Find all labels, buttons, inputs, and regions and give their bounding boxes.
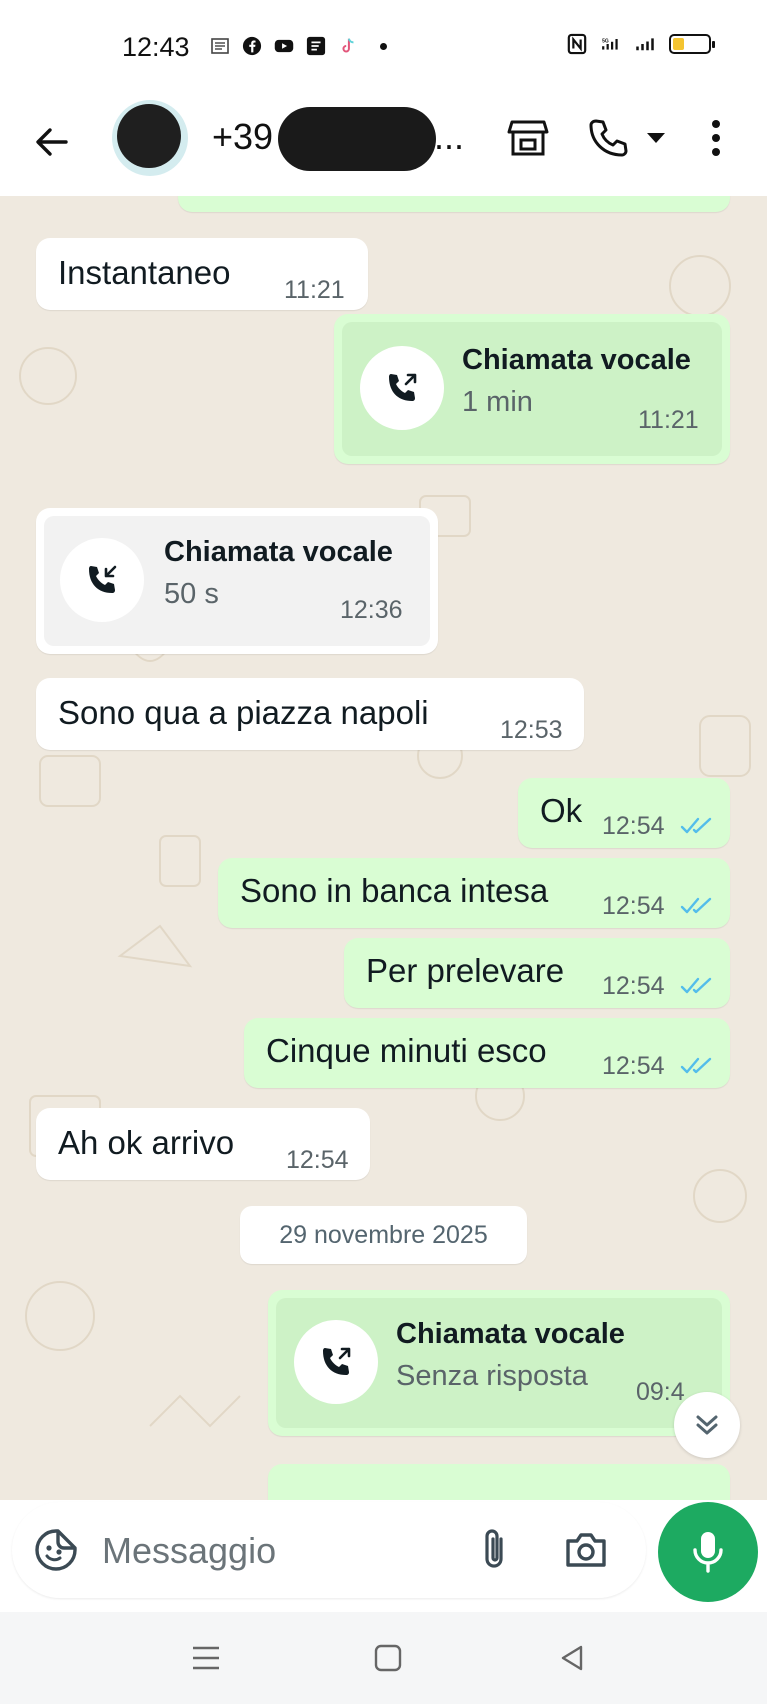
notification-dot xyxy=(380,42,387,50)
chat-area[interactable]: Instantaneo 11:21 Chiamata vocale 1 min … xyxy=(0,196,767,1500)
voice-message-button[interactable] xyxy=(658,1502,758,1602)
message-text: Ah ok arrivo xyxy=(58,1124,235,1161)
message-time: 12:54 xyxy=(602,1052,665,1080)
read-receipt-icon xyxy=(680,897,712,914)
message-input[interactable]: Messaggio xyxy=(102,1530,276,1572)
double-chevron-down-icon xyxy=(696,1415,718,1435)
message-text: Sono qua a piazza napoli xyxy=(58,694,429,731)
read-receipt-icon xyxy=(680,977,712,994)
message-composer[interactable]: Messaggio xyxy=(12,1502,646,1598)
camera-button[interactable] xyxy=(562,1526,610,1574)
contact-name-ellipsis: ... xyxy=(434,116,465,157)
message-time: 12:36 xyxy=(340,596,403,624)
message-bubble-outgoing[interactable]: Sono in banca intesa 12:54 xyxy=(218,858,730,928)
read-receipt-icon xyxy=(680,817,712,834)
message-time: 12:54 xyxy=(286,1146,349,1174)
contact-name[interactable]: +39 xyxy=(212,116,273,158)
call-duration: 1 min xyxy=(462,386,533,418)
call-title: Chiamata vocale xyxy=(164,536,393,568)
message-bubble-outgoing[interactable]: Per prelevare 12:54 xyxy=(344,938,730,1008)
chat-header: +39 ... xyxy=(0,92,767,196)
call-bubble-outgoing[interactable]: Chiamata vocale Senza risposta 09:4 xyxy=(268,1290,730,1436)
camera-icon xyxy=(566,1533,606,1567)
read-receipt-icon xyxy=(680,1057,712,1074)
contact-redaction xyxy=(278,107,436,171)
back-button[interactable] xyxy=(30,120,74,164)
attach-icon xyxy=(485,1529,503,1568)
incoming-call-icon-circle xyxy=(60,538,144,622)
signal-5g-icon: 5G xyxy=(601,34,621,54)
outgoing-call-icon xyxy=(389,373,417,401)
message-time: 11:21 xyxy=(284,276,345,304)
status-system-icons: 5G xyxy=(567,33,715,55)
shop-icon xyxy=(507,120,549,156)
message-time: 12:54 xyxy=(602,812,665,840)
message-time: 12:54 xyxy=(602,972,665,1000)
message-bubble-incoming[interactable]: Ah ok arrivo 12:54 xyxy=(36,1108,370,1180)
system-navigation-bar xyxy=(0,1612,767,1704)
date-separator-text: 29 novembre 2025 xyxy=(279,1221,488,1249)
message-text: Cinque minuti esco xyxy=(266,1032,547,1069)
mic-icon xyxy=(693,1532,723,1573)
message-bubble-outgoing[interactable]: Cinque minuti esco 12:54 xyxy=(244,1018,730,1088)
dropdown-icon xyxy=(647,133,665,143)
contact-avatar[interactable] xyxy=(112,100,188,176)
outgoing-call-icon-circle xyxy=(294,1320,378,1404)
call-duration: 50 s xyxy=(164,578,219,610)
recents-button[interactable] xyxy=(186,1640,226,1676)
message-bubble-incoming[interactable]: Sono qua a piazza napoli 12:53 xyxy=(36,678,584,750)
signal-icon xyxy=(635,34,655,54)
message-time: 09:4 xyxy=(636,1378,685,1406)
facebook-icon xyxy=(242,36,262,56)
shop-button[interactable] xyxy=(504,114,552,162)
status-time: 12:43 xyxy=(122,32,190,62)
news-icon xyxy=(210,36,230,56)
message-time: 12:54 xyxy=(602,892,665,920)
battery-icon xyxy=(669,34,715,54)
call-title: Chiamata vocale xyxy=(396,1318,625,1350)
tiktok-icon xyxy=(338,36,358,56)
message-text: Sono in banca intesa xyxy=(240,872,549,909)
call-options-dropdown[interactable] xyxy=(640,114,672,162)
youtube-icon xyxy=(274,36,294,56)
call-bubble-outgoing[interactable]: Chiamata vocale 1 min 11:21 xyxy=(334,314,730,464)
date-separator: 29 novembre 2025 xyxy=(240,1206,527,1264)
voice-call-button[interactable] xyxy=(584,114,632,162)
outgoing-call-icon-circle xyxy=(360,346,444,430)
sticker-icon xyxy=(35,1529,77,1571)
message-text: Instantaneo xyxy=(58,254,231,291)
nfc-icon xyxy=(567,33,587,55)
phone-icon xyxy=(589,119,628,157)
message-text: Per prelevare xyxy=(366,952,565,989)
attach-button[interactable] xyxy=(470,1526,518,1574)
call-title: Chiamata vocale xyxy=(462,344,691,376)
system-back-button[interactable] xyxy=(552,1640,592,1676)
home-icon xyxy=(374,1644,402,1672)
message-bubble-outgoing[interactable]: Ok 12:54 xyxy=(518,778,730,848)
call-status: Senza risposta xyxy=(396,1360,588,1392)
incoming-call-icon xyxy=(89,565,117,593)
message-time: 11:21 xyxy=(638,406,699,434)
message-time: 12:53 xyxy=(500,716,563,744)
notes-icon xyxy=(306,36,326,56)
more-options-button[interactable] xyxy=(696,114,736,162)
outgoing-call-icon xyxy=(323,1347,351,1375)
battery-level xyxy=(673,38,684,50)
back-arrow-icon xyxy=(36,128,68,156)
scroll-to-bottom-button[interactable] xyxy=(674,1392,740,1458)
call-bubble-incoming[interactable]: Chiamata vocale 50 s 12:36 xyxy=(36,508,438,654)
avatar-redacted xyxy=(117,104,181,168)
home-button[interactable] xyxy=(368,1640,408,1676)
message-bubble-partial[interactable] xyxy=(178,196,730,212)
message-bubble-partial[interactable] xyxy=(268,1464,730,1500)
svg-text:5G: 5G xyxy=(602,38,609,44)
more-vert-icon xyxy=(712,120,720,156)
message-text: Ok xyxy=(540,792,583,829)
message-bubble-incoming[interactable]: Instantaneo 11:21 xyxy=(36,238,368,310)
back-icon xyxy=(561,1645,583,1671)
status-notification-icons xyxy=(210,36,387,56)
sticker-button[interactable] xyxy=(32,1526,80,1574)
menu-icon xyxy=(193,1646,219,1670)
status-bar: 12:43 5G xyxy=(0,0,767,92)
